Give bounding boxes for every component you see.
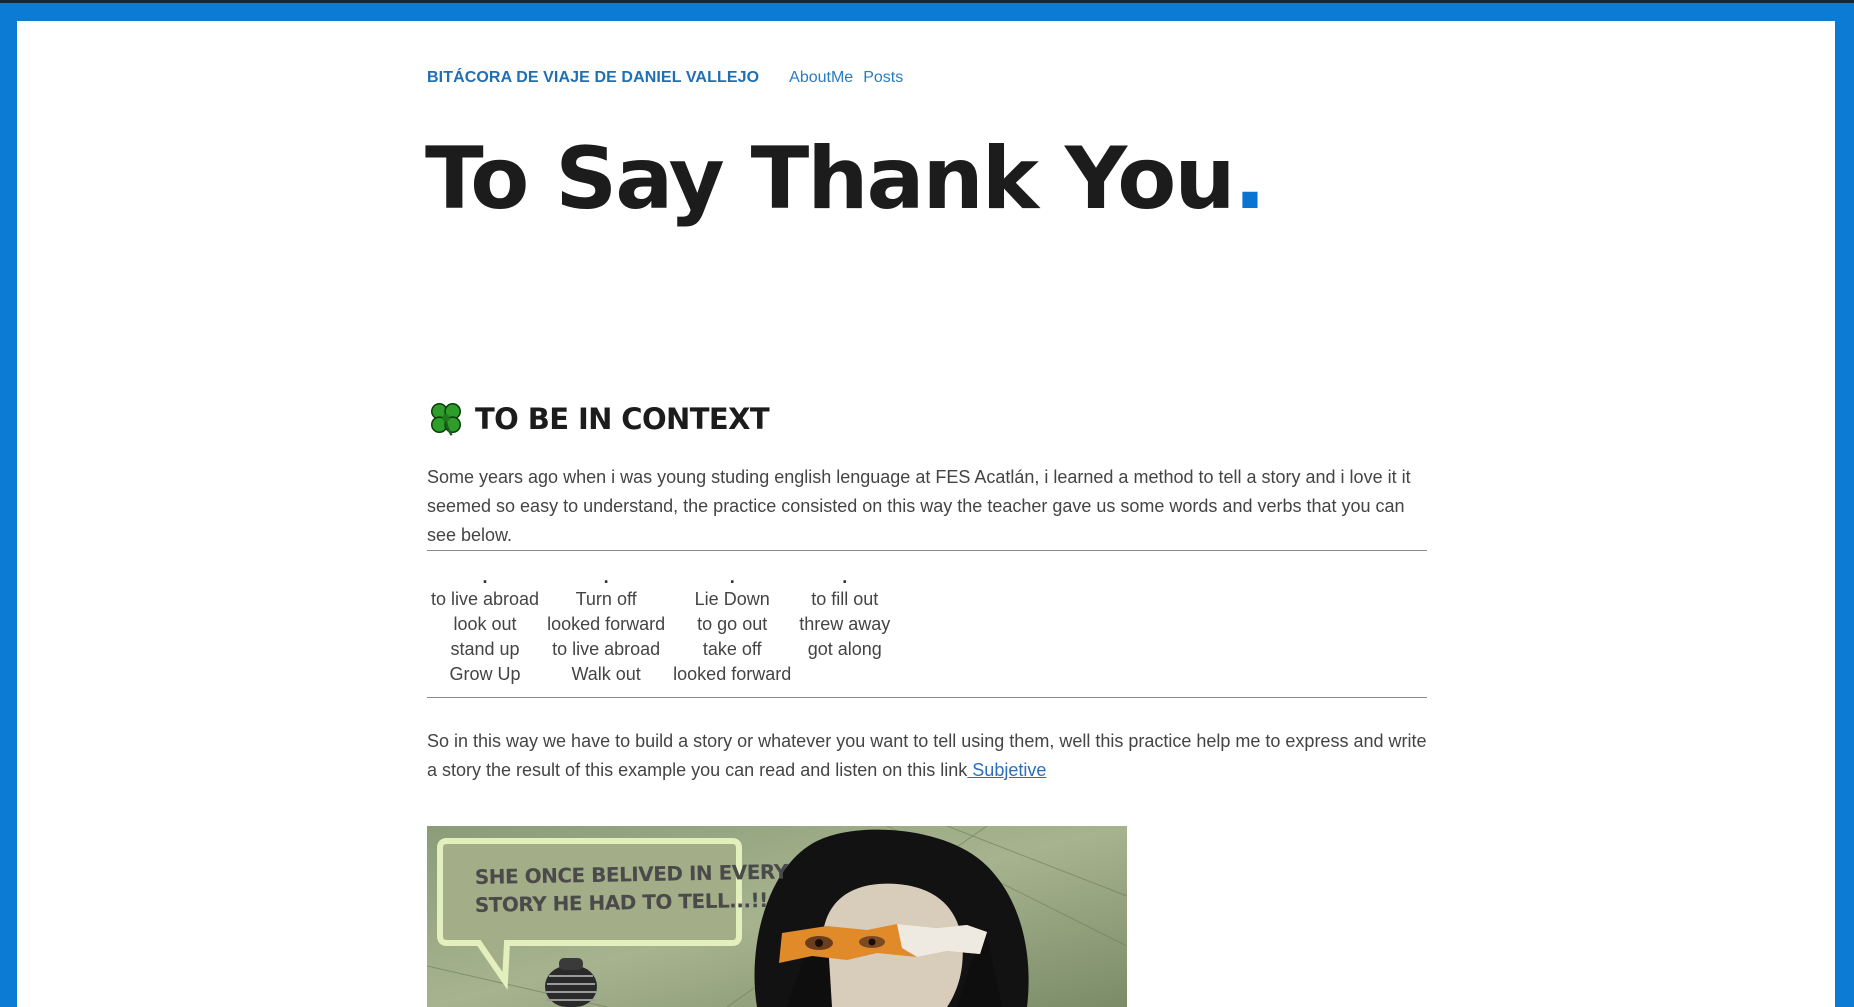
table-cell: Walk out xyxy=(571,664,641,684)
closing-paragraph: So in this way we have to build a story … xyxy=(427,727,1427,785)
table-top-divider xyxy=(427,550,1427,551)
table-header-cell: . xyxy=(729,567,735,587)
table-cell: looked forward xyxy=(673,664,792,684)
intro-paragraph: Some years ago when i was young studing … xyxy=(427,467,1411,545)
table-cell: Grow Up xyxy=(449,664,521,684)
window-top-edge xyxy=(0,0,1854,3)
four-leaf-clover-icon xyxy=(430,403,462,436)
table-cell: look out xyxy=(453,614,517,634)
table-row: look out looked forward to go out threw … xyxy=(427,612,894,637)
post-title-dot: . xyxy=(1233,129,1267,229)
table-cell: to fill out xyxy=(811,589,879,609)
table-cell: to live abroad xyxy=(431,589,540,609)
table-cell: Lie Down xyxy=(694,589,770,609)
site-header: BITÁCORA DE VIAJE DE DANIEL VALLEJO Abou… xyxy=(427,69,903,87)
page-canvas: BITÁCORA DE VIAJE DE DANIEL VALLEJO Abou… xyxy=(17,21,1835,1007)
table-row: Grow Up Walk out looked forward xyxy=(427,662,894,687)
table-cell: looked forward xyxy=(547,614,666,634)
post-title: To Say Thank You. xyxy=(425,133,1325,226)
table-bottom-divider xyxy=(427,697,1427,698)
table-cell: to go out xyxy=(697,614,768,634)
table-cell: stand up xyxy=(450,639,520,659)
table-row: stand up to live abroad take off got alo… xyxy=(427,637,894,662)
table-cell: Turn off xyxy=(575,589,637,609)
closing-paragraph-text: So in this way we have to build a story … xyxy=(427,731,1427,780)
words-table: . . . . to live abroad Turn off Lie Down… xyxy=(427,567,894,687)
table-cell: got along xyxy=(807,639,882,659)
table-header-cell: . xyxy=(842,567,848,587)
table-header-cell: . xyxy=(482,567,488,587)
primary-nav: AboutMe Posts xyxy=(789,69,903,87)
table-header-row: . . . . xyxy=(427,567,894,587)
story-illustration: SHE ONCE BELIVED IN EVERY STORY HE HAD T… xyxy=(427,826,1127,1007)
section-heading-text: TO BE IN CONTEXT xyxy=(475,402,770,436)
section-heading: TO BE IN CONTEXT xyxy=(427,400,770,438)
table-row: to live abroad Turn off Lie Down to fill… xyxy=(427,587,894,612)
nav-item-posts[interactable]: Posts xyxy=(863,69,903,87)
subjetive-link[interactable]: Subjetive xyxy=(967,760,1046,780)
nav-item-aboutme[interactable]: AboutMe xyxy=(789,69,853,87)
table-cell: to live abroad xyxy=(552,639,661,659)
table-header-cell: . xyxy=(603,567,609,587)
speech-bubble-line2: STORY HE HAD TO TELL...!! xyxy=(475,888,768,917)
table-cell xyxy=(795,662,894,687)
post-title-text: To Say Thank You xyxy=(425,129,1236,229)
table-cell: threw away xyxy=(799,614,891,634)
table-cell: take off xyxy=(702,639,762,659)
site-title-link[interactable]: BITÁCORA DE VIAJE DE DANIEL VALLEJO xyxy=(427,69,759,87)
story-illustration-art: SHE ONCE BELIVED IN EVERY STORY HE HAD T… xyxy=(427,826,1127,1007)
